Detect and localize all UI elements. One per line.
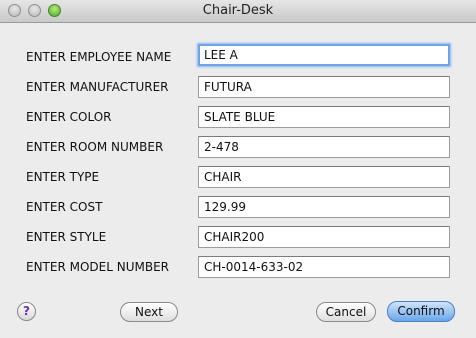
style-label: ENTER STYLE (26, 230, 107, 244)
room-number-field[interactable]: 2-478 (198, 136, 450, 158)
color-label: ENTER COLOR (26, 110, 112, 124)
model-number-label: ENTER MODEL NUMBER (26, 260, 170, 274)
employee-name-label: ENTER EMPLOYEE NAME (26, 50, 172, 64)
manufacturer-field[interactable]: FUTURA (198, 76, 450, 98)
help-button[interactable]: ? (17, 302, 36, 321)
title-bar[interactable]: Chair-Desk (0, 0, 476, 23)
cancel-button[interactable]: Cancel (316, 302, 376, 322)
style-field[interactable]: CHAIR200 (198, 226, 450, 248)
chair-desk-window: Chair-Desk ENTER EMPLOYEE NAME LEE A ENT… (0, 0, 476, 338)
employee-name-field[interactable]: LEE A (198, 44, 450, 66)
next-button[interactable]: Next (120, 302, 178, 322)
model-number-field[interactable]: CH-0014-633-02 (198, 256, 450, 278)
manufacturer-label: ENTER MANUFACTURER (26, 80, 169, 94)
confirm-button[interactable]: Confirm (387, 301, 455, 322)
type-field[interactable]: CHAIR (198, 166, 450, 188)
window-title: Chair-Desk (202, 3, 274, 18)
color-field[interactable]: SLATE BLUE (198, 106, 450, 128)
cost-label: ENTER COST (26, 200, 103, 214)
room-number-label: ENTER ROOM NUMBER (26, 140, 164, 154)
cost-field[interactable]: 129.99 (198, 196, 450, 218)
type-label: ENTER TYPE (26, 170, 100, 184)
